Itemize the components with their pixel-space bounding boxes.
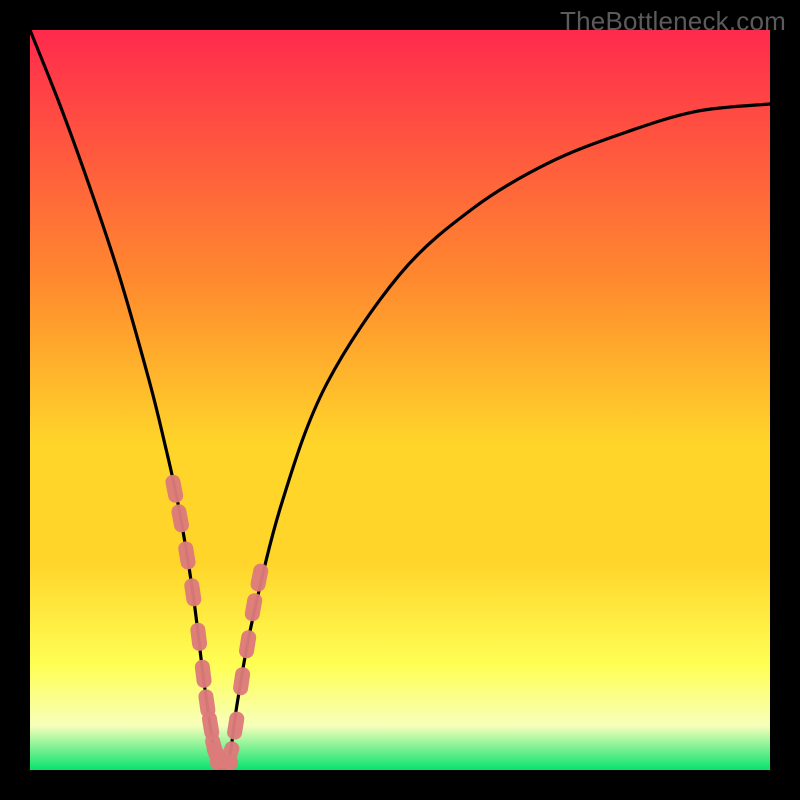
bottleneck-curve [30, 30, 770, 770]
marker-capsule [183, 577, 202, 607]
marker-capsule [226, 711, 245, 741]
watermark-text: TheBottleneck.com [560, 6, 786, 37]
curve-layer [30, 30, 770, 770]
plot-area [30, 30, 770, 770]
marker-capsule [249, 562, 269, 592]
marker-capsule [244, 592, 264, 622]
marker-capsule [238, 629, 257, 659]
highlight-markers [164, 474, 269, 770]
marker-capsule [189, 622, 207, 652]
outer-frame: TheBottleneck.com [0, 0, 800, 800]
marker-capsule [164, 474, 184, 504]
marker-capsule [232, 666, 251, 696]
marker-capsule [177, 540, 196, 570]
marker-capsule [170, 503, 190, 533]
marker-capsule [194, 659, 212, 689]
